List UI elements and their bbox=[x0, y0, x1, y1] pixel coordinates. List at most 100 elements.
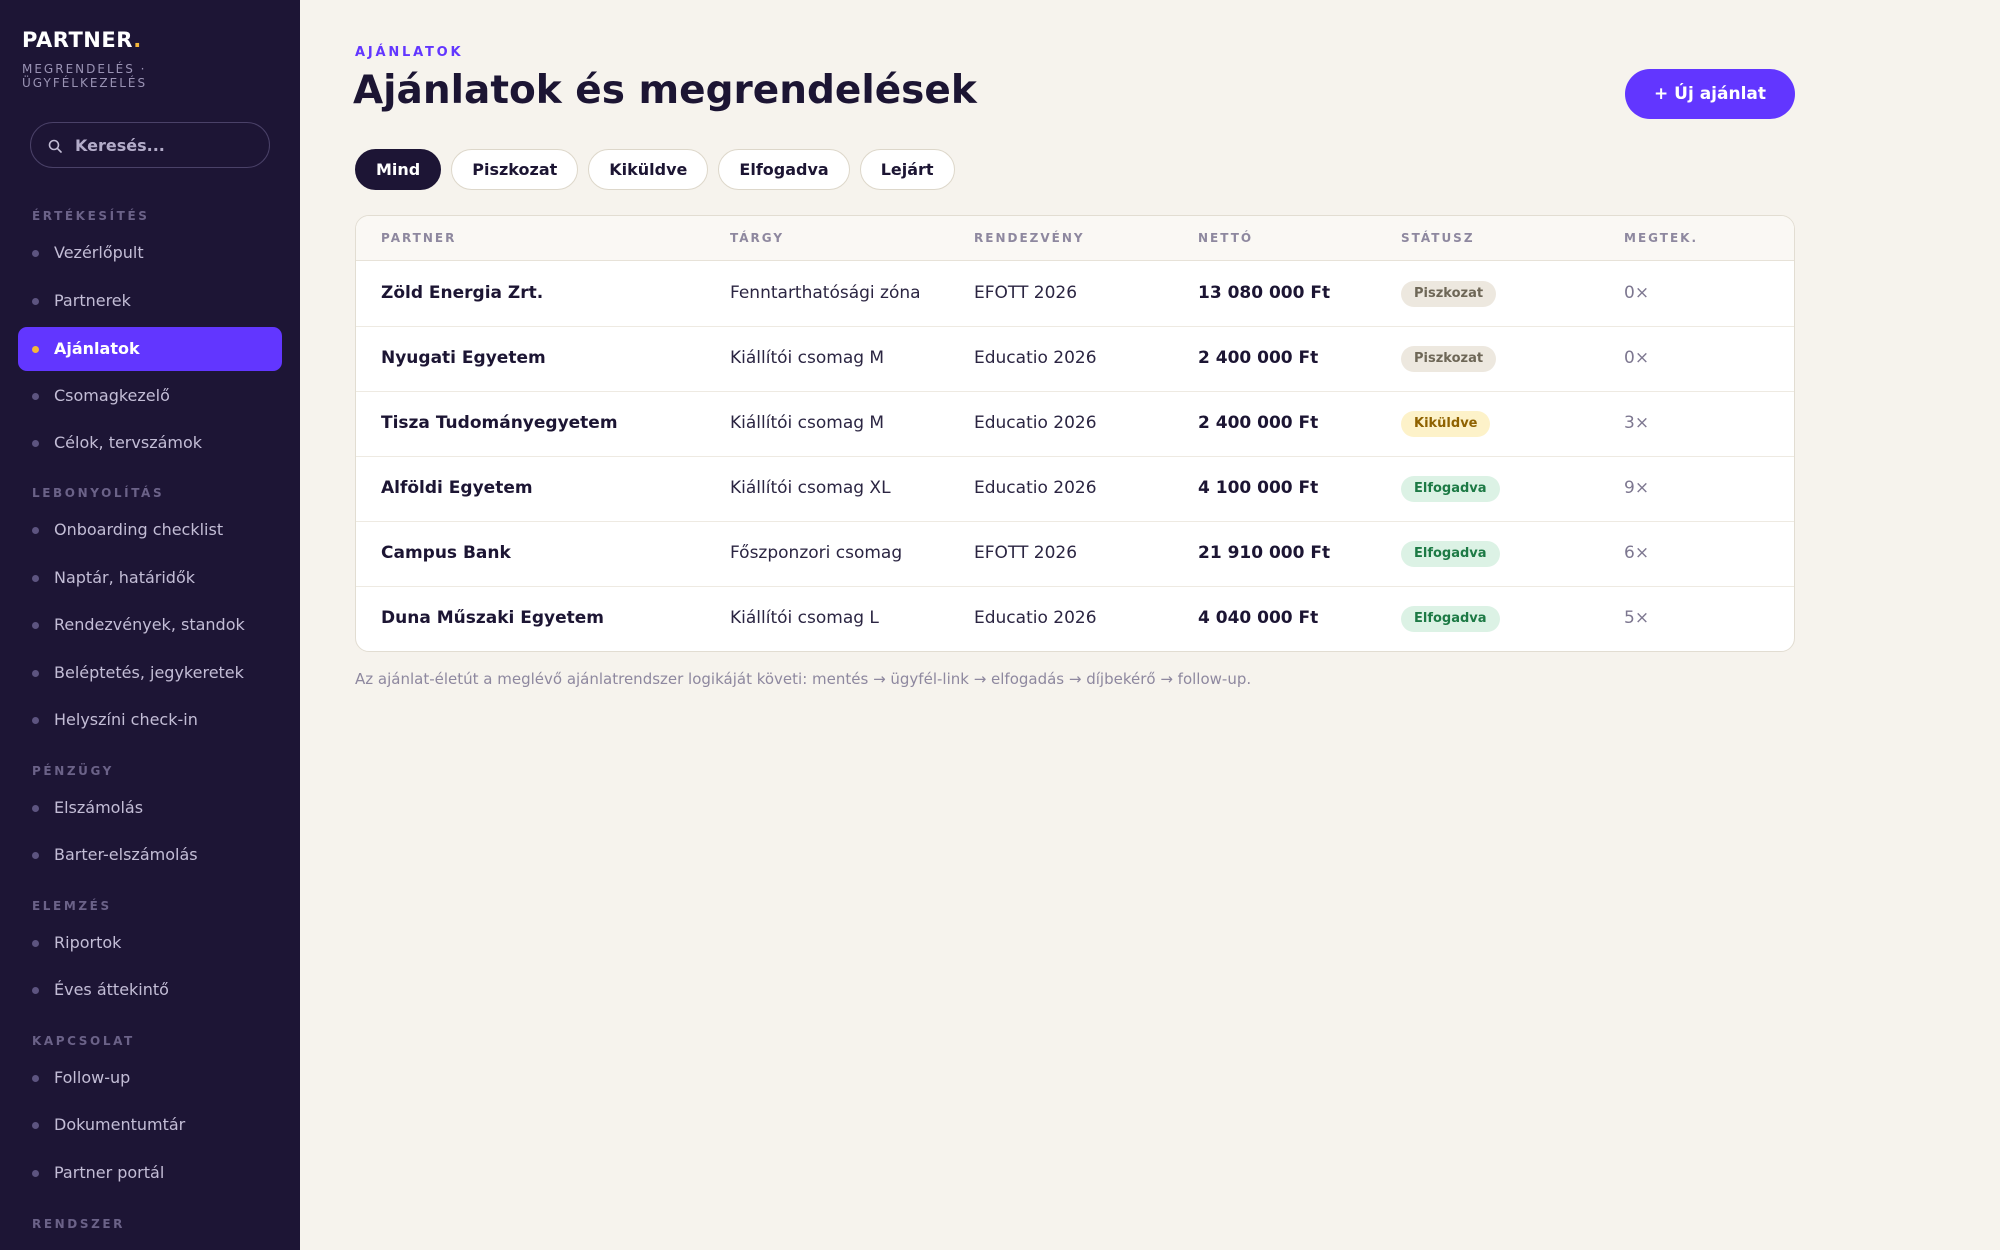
status-badge: Elfogadva bbox=[1401, 606, 1500, 632]
sidebar-item-calendar[interactable]: Naptár, határidők bbox=[18, 556, 282, 600]
cell-views: 5× bbox=[1624, 608, 1650, 628]
sidebar-item-label: Célok, tervszámok bbox=[54, 433, 203, 452]
sidebar-item-access[interactable]: Beléptetés, jegykeretek bbox=[18, 651, 282, 695]
cell-net: 2 400 000 Ft bbox=[1198, 413, 1319, 433]
column-header-subject[interactable]: TÁRGY bbox=[730, 231, 784, 245]
bullet-icon bbox=[32, 852, 39, 859]
bullet-icon bbox=[32, 805, 39, 812]
cell-views: 9× bbox=[1624, 478, 1650, 498]
sidebar-item-label: Dokumentumtár bbox=[54, 1115, 186, 1134]
nav-section-finance: PÉNZÜGY bbox=[32, 764, 114, 778]
table-header: PARTNER TÁRGY RENDEZVÉNY NETTÓ STÁTUSZ M… bbox=[356, 216, 1794, 261]
page-eyebrow: AJÁNLATOK bbox=[355, 45, 464, 60]
search-box[interactable] bbox=[30, 122, 270, 168]
sidebar-item-events[interactable]: Rendezvények, standok bbox=[18, 603, 282, 647]
column-header-status[interactable]: STÁTUSZ bbox=[1401, 231, 1475, 245]
filter-accepted[interactable]: Elfogadva bbox=[718, 149, 850, 190]
table-row[interactable]: Campus Bank Főszponzori csomag EFOTT 202… bbox=[356, 522, 1794, 587]
page-title: Ajánlatok és megrendelések bbox=[353, 68, 977, 113]
new-offer-button[interactable]: + Új ajánlat bbox=[1625, 69, 1795, 119]
search-input[interactable] bbox=[75, 123, 265, 167]
offers-table: PARTNER TÁRGY RENDEZVÉNY NETTÓ STÁTUSZ M… bbox=[355, 215, 1795, 652]
column-header-net[interactable]: NETTÓ bbox=[1198, 231, 1253, 245]
bullet-icon bbox=[32, 670, 39, 677]
table-row[interactable]: Nyugati Egyetem Kiállítói csomag M Educa… bbox=[356, 327, 1794, 392]
brand-name: PARTNER bbox=[22, 28, 134, 52]
sidebar-item-label: Partner portál bbox=[54, 1163, 165, 1182]
nav-section-contact: KAPCSOLAT bbox=[32, 1034, 135, 1048]
sidebar-item-onboarding[interactable]: Onboarding checklist bbox=[18, 508, 282, 552]
cell-subject: Kiállítói csomag XL bbox=[730, 478, 891, 498]
cell-views: 0× bbox=[1624, 348, 1650, 368]
column-header-event[interactable]: RENDEZVÉNY bbox=[974, 231, 1085, 245]
column-header-partner[interactable]: PARTNER bbox=[381, 231, 456, 245]
cell-partner: Campus Bank bbox=[381, 543, 511, 563]
bullet-icon bbox=[32, 1170, 39, 1177]
cell-event: Educatio 2026 bbox=[974, 478, 1097, 498]
nav-section-system: RENDSZER bbox=[32, 1217, 126, 1231]
bullet-icon bbox=[32, 1122, 39, 1129]
sidebar-item-packages[interactable]: Csomagkezelő bbox=[18, 374, 282, 418]
cell-event: EFOTT 2026 bbox=[974, 283, 1078, 303]
sidebar-item-partner-portal[interactable]: Partner portál bbox=[18, 1151, 282, 1195]
sidebar-item-documents[interactable]: Dokumentumtár bbox=[18, 1103, 282, 1147]
column-header-views[interactable]: MEGTEK. bbox=[1624, 231, 1698, 245]
brand-logo[interactable]: PARTNER. bbox=[22, 28, 142, 52]
cell-net: 4 100 000 Ft bbox=[1198, 478, 1319, 498]
cell-views: 6× bbox=[1624, 543, 1650, 563]
brand-subtitle: MEGRENDELÉS · ÜGYFÉLKEZELÉS bbox=[22, 62, 148, 90]
table-row[interactable]: Alföldi Egyetem Kiállítói csomag XL Educ… bbox=[356, 457, 1794, 522]
sidebar-item-label: Riportok bbox=[54, 933, 122, 952]
cell-event: Educatio 2026 bbox=[974, 413, 1097, 433]
cell-partner: Zöld Energia Zrt. bbox=[381, 283, 544, 303]
sidebar-item-label: Csomagkezelő bbox=[54, 386, 170, 405]
sidebar-item-checkin[interactable]: Helyszíni check-in bbox=[18, 698, 282, 742]
bullet-icon bbox=[32, 298, 39, 305]
cell-event: Educatio 2026 bbox=[974, 348, 1097, 368]
bullet-icon bbox=[32, 346, 39, 353]
bullet-icon bbox=[32, 527, 39, 534]
cell-subject: Fenntarthatósági zóna bbox=[730, 283, 921, 303]
filter-sent[interactable]: Kiküldve bbox=[588, 149, 709, 190]
sidebar-item-label: Elszámolás bbox=[54, 798, 144, 817]
cell-net: 2 400 000 Ft bbox=[1198, 348, 1319, 368]
bullet-icon bbox=[32, 717, 39, 724]
sidebar-item-dashboard[interactable]: Vezérlőpult bbox=[18, 231, 282, 275]
cell-subject: Kiállítói csomag M bbox=[730, 348, 885, 368]
sidebar-item-label: Ajánlatok bbox=[54, 339, 140, 358]
bullet-icon bbox=[32, 987, 39, 994]
status-badge: Piszkozat bbox=[1401, 281, 1497, 307]
sidebar-item-reports[interactable]: Riportok bbox=[18, 921, 282, 965]
bullet-icon bbox=[32, 440, 39, 447]
cell-subject: Kiállítói csomag L bbox=[730, 608, 879, 628]
table-row[interactable]: Duna Műszaki Egyetem Kiállítói csomag L … bbox=[356, 587, 1794, 651]
cell-net: 21 910 000 Ft bbox=[1198, 543, 1331, 563]
brand-dot: . bbox=[133, 28, 142, 52]
table-row[interactable]: Tisza Tudományegyetem Kiállítói csomag M… bbox=[356, 392, 1794, 457]
filter-all[interactable]: Mind bbox=[355, 149, 442, 190]
bullet-icon bbox=[32, 1075, 39, 1082]
sidebar-item-billing[interactable]: Elszámolás bbox=[18, 786, 282, 830]
status-badge: Elfogadva bbox=[1401, 541, 1500, 567]
cell-net: 13 080 000 Ft bbox=[1198, 283, 1331, 303]
sidebar-item-offers[interactable]: Ajánlatok bbox=[18, 327, 282, 371]
nav-section-operations: LEBONYOLÍTÁS bbox=[32, 486, 165, 500]
status-badge: Kiküldve bbox=[1401, 411, 1491, 437]
bullet-icon bbox=[32, 622, 39, 629]
cell-event: EFOTT 2026 bbox=[974, 543, 1078, 563]
sidebar-item-label: Naptár, határidők bbox=[54, 568, 196, 587]
sidebar-item-label: Barter-elszámolás bbox=[54, 845, 198, 864]
sidebar-item-partners[interactable]: Partnerek bbox=[18, 279, 282, 323]
sidebar-item-goals[interactable]: Célok, tervszámok bbox=[18, 421, 282, 465]
sidebar-item-barter[interactable]: Barter-elszámolás bbox=[18, 833, 282, 877]
sidebar-item-annual-overview[interactable]: Éves áttekintő bbox=[18, 968, 282, 1012]
filter-draft[interactable]: Piszkozat bbox=[451, 149, 579, 190]
cell-partner: Duna Műszaki Egyetem bbox=[381, 608, 605, 628]
status-filter-bar: Mind Piszkozat Kiküldve Elfogadva Lejárt bbox=[355, 149, 955, 190]
table-row[interactable]: Zöld Energia Zrt. Fenntarthatósági zóna … bbox=[356, 262, 1794, 327]
sidebar-item-label: Follow-up bbox=[54, 1068, 131, 1087]
filter-expired[interactable]: Lejárt bbox=[859, 149, 955, 190]
cell-partner: Alföldi Egyetem bbox=[381, 478, 533, 498]
nav-section-sales: ÉRTÉKESÍTÉS bbox=[32, 209, 150, 223]
sidebar-item-follow-up[interactable]: Follow-up bbox=[18, 1056, 282, 1100]
